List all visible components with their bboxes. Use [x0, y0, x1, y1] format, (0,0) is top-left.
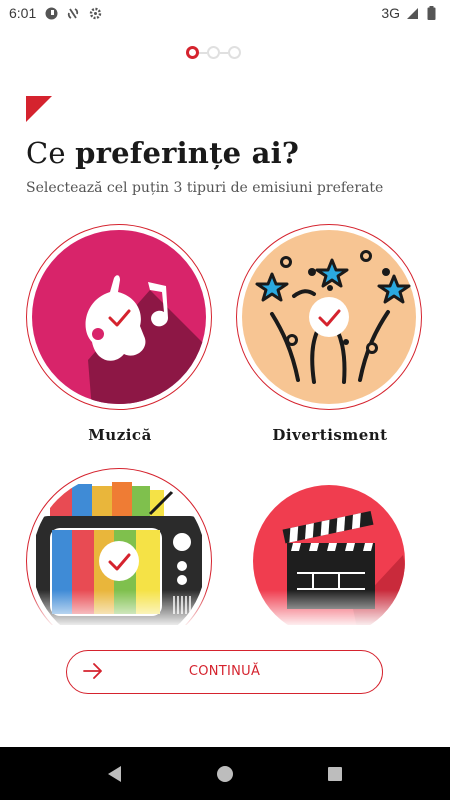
fireworks-icon [242, 230, 416, 404]
onboarding-stepper [186, 46, 241, 59]
category-ring[interactable] [236, 224, 422, 410]
step-indicator-2 [207, 46, 220, 59]
step-connector [220, 51, 228, 54]
recents-button[interactable] [315, 754, 355, 794]
page-title-emphasis: preferințe ai? [75, 136, 300, 170]
back-icon [108, 765, 121, 782]
step-connector [199, 51, 207, 54]
settings-icon [88, 6, 102, 20]
corner-triangle-icon [26, 96, 52, 122]
page-subtitle: Selectează cel puțin 3 tipuri de emisiun… [26, 180, 384, 196]
media-notification-icon [44, 6, 58, 20]
category-card-music[interactable]: Muzică [26, 224, 214, 444]
home-button[interactable] [205, 754, 245, 794]
category-ring[interactable] [26, 224, 212, 410]
home-icon [217, 765, 233, 782]
network-type: 3G [381, 5, 400, 21]
recents-icon [328, 766, 342, 781]
step-indicator-3 [228, 46, 241, 59]
category-card-entertainment[interactable]: Divertisment [236, 224, 424, 444]
step-indicator-1 [186, 46, 199, 59]
status-time: 6:01 [9, 5, 37, 21]
signal-icon [405, 6, 419, 20]
back-button[interactable] [95, 754, 135, 794]
continue-button-label: CONTINUĂ [188, 664, 261, 679]
category-label: Divertisment [272, 426, 388, 444]
category-label: Muzică [88, 426, 152, 444]
battery-icon [424, 6, 438, 20]
system-nav-bar [0, 747, 450, 800]
sync-off-icon [66, 6, 80, 20]
status-bar: 6:01 3G [0, 0, 450, 26]
continue-button[interactable]: CONTINUĂ [66, 650, 383, 694]
music-notes-icon [32, 230, 206, 404]
page-title-prefix: Ce [26, 136, 76, 170]
page-title: Ce preferințe ai? [26, 136, 299, 170]
